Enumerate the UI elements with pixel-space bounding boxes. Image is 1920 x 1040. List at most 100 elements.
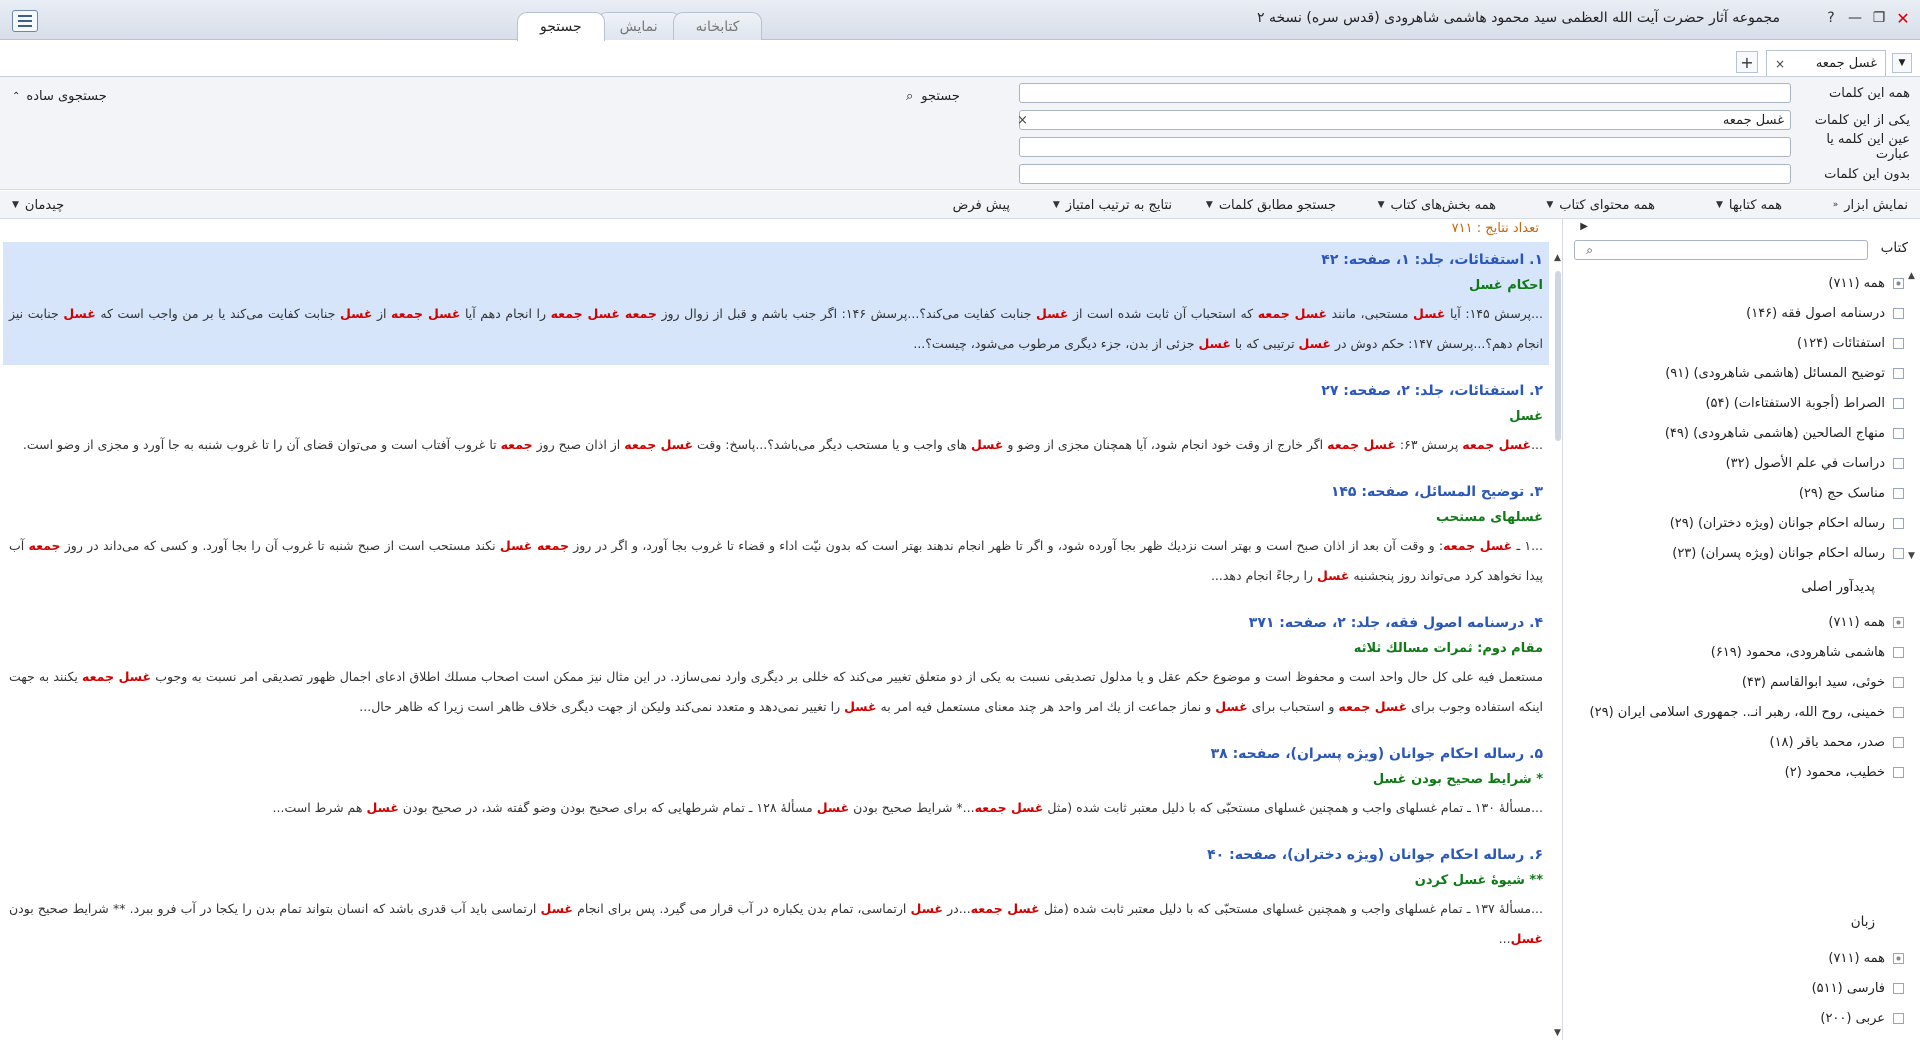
facet-item-label: رساله احکام جوانان (ویژه دختران) (۲۹) [1669,515,1885,531]
result-title[interactable]: ۱. استفتائات، جلد: ۱، صفحه: ۴۲ [9,247,1543,273]
books-filter-input[interactable]: ⌕ [1574,240,1868,260]
result-title[interactable]: ۴. درسنامه اصول فقه، جلد: ۲، صفحه: ۳۷۱ [9,610,1543,636]
facet-item[interactable]: صدر، محمد باقر (۱۸) [1590,727,1904,757]
result-title[interactable]: ۵. رساله احکام جوانان (ویژه پسران)، صفحه… [9,741,1543,767]
all-words-input[interactable] [1019,83,1791,103]
result-item[interactable]: ۵. رساله احکام جوانان (ویژه پسران)، صفحه… [3,736,1549,829]
field-label: عین این کلمه یا عبارت [1826,132,1910,162]
book-sections-dropdown[interactable]: همه بخش‌های کتاب ▼ [1378,195,1496,215]
all-books-dropdown[interactable]: همه کتابها ▼ [1716,195,1782,215]
facet-item[interactable]: توضیح المسائل (هاشمی شاهرودی) (۹۱) [1665,358,1904,388]
dropdown-arrow-icon: ▼ [1205,200,1213,210]
facet-item[interactable]: همه (۷۱۱) [1812,943,1904,973]
checkbox[interactable] [1893,547,1904,559]
facet-item[interactable]: عربی (۲۰۰) [1812,1003,1904,1033]
title-bar: جستجو نمایش کتابخانه مجموعه آثار حضرت آی… [0,0,1920,41]
tab-list-dropdown-icon[interactable]: ▼ [1892,53,1912,73]
restore-icon[interactable]: ❐ [1870,8,1888,28]
facet-item[interactable]: دراسات في علم الأصول (۳۲) [1665,448,1904,478]
scroll-thumb[interactable] [1555,271,1561,441]
result-title[interactable]: ۶. رساله احکام جوانان (ویژه دختران)، صفح… [9,842,1543,868]
scroll-down-icon[interactable]: ▼ [1554,1028,1561,1038]
any-words-input[interactable] [1019,110,1791,130]
doc-tab-close-icon[interactable]: × [1775,57,1785,71]
result-item[interactable]: ۲. استفتائات، جلد: ۲، صفحه: ۲۷ غسل ...غسل … [3,373,1549,466]
checkbox[interactable] [1893,982,1904,994]
scroll-down-icon[interactable]: ▼ [1908,551,1918,561]
checkbox[interactable] [1893,367,1904,379]
result-item[interactable]: ۴. درسنامه اصول فقه، جلد: ۲، صفحه: ۳۷۱ مق… [3,605,1549,728]
facet-item-label: منهاج الصالحين (هاشمی شاهرودی) (۴۹) [1664,425,1885,441]
facet-item[interactable]: همه (۷۱۱) [1590,607,1904,637]
hamburger-menu-button[interactable] [12,10,38,32]
facet-item[interactable]: منهاج الصالحين (هاشمی شاهرودی) (۴۹) [1665,418,1904,448]
exact-phrase-input[interactable] [1019,137,1791,157]
facet-item[interactable]: درسنامه اصول فقه (۱۴۶) [1665,298,1904,328]
scroll-up-icon[interactable]: ▲ [1554,253,1561,263]
simple-search-label: جستجوی ساده [26,88,107,104]
result-item[interactable]: ۱. استفتائات، جلد: ۱، صفحه: ۴۲ احکام غسل.… [3,242,1549,365]
dropdown-arrow-icon: ▼ [1715,200,1723,210]
tab-search[interactable]: جستجو [517,12,605,41]
facet-item[interactable]: الصراط (أجوبة الاستفتاءات) (۵۴) [1665,388,1904,418]
checkbox[interactable] [1893,1012,1904,1024]
scroll-up-icon[interactable]: ▲ [1908,271,1918,281]
result-item[interactable]: ۳. توضیح المسائل، صفحه: ۱۴۵ غسلهای مستحب.… [3,474,1549,597]
facet-item[interactable]: رساله احکام جوانان (ویژه پسران) (۲۳) [1665,538,1904,568]
checkbox[interactable] [1893,337,1904,349]
without-words-input[interactable] [1019,164,1791,184]
simple-search-toggle[interactable]: جستجوی ساده ⌃ [12,85,107,107]
checkbox[interactable] [1893,517,1904,529]
show-tools-button[interactable]: نمایش ابزار « [1833,195,1908,215]
authors-facet-label: پدیدآور اصلی [1801,579,1875,595]
tab-library[interactable]: کتابخانه [672,12,763,40]
checkbox[interactable] [1893,706,1904,718]
facet-item[interactable]: خوئی، سید ابوالقاسم (۴۳) [1590,667,1904,697]
result-title[interactable]: ۳. توضیح المسائل، صفحه: ۱۴۵ [9,479,1543,505]
book-content-dropdown[interactable]: همه محتوای کتاب ▼ [1546,195,1655,215]
checkbox[interactable] [1893,736,1904,748]
doc-tab-label: غسل جمعه [1815,56,1877,71]
facet-item[interactable]: مناسک حج (۲۹) [1665,478,1904,508]
field-all-words: همه این کلمات [1019,82,1910,104]
facet-item[interactable]: هاشمی شاهرودی، محمود (۶۱۹) [1590,637,1904,667]
checkbox[interactable] [1893,397,1904,409]
facet-item[interactable]: فارسی (۵۱۱) [1812,973,1904,1003]
sort-dropdown[interactable]: نتایج به ترتیب امتیاز ▼ [1053,195,1172,215]
facet-item[interactable]: خمینی، روح الله، رهبر انـ.. جمهوری اسلام… [1590,697,1904,727]
checkbox[interactable] [1893,277,1904,289]
close-icon[interactable]: ✕ [1894,8,1912,28]
results-scrollbar[interactable]: ▲ ▼ [1553,219,1561,1040]
tab-view[interactable]: نمایش [596,12,681,40]
search-icon: ⌕ [1586,243,1593,257]
checkbox[interactable] [1893,616,1904,628]
facet-item-label: فارسی (۵۱۱) [1811,980,1885,996]
dropdown-arrow-icon: ▼ [1377,200,1385,210]
checkbox[interactable] [1893,766,1904,778]
layout-dropdown[interactable]: چیدمان ▼ [12,195,64,215]
word-match-label: جستجو مطابق کلمات [1218,197,1336,213]
search-button[interactable]: جستجو ⌕ [906,85,960,107]
checkbox[interactable] [1893,952,1904,964]
checkbox[interactable] [1893,487,1904,499]
result-title[interactable]: ۲. استفتائات، جلد: ۲، صفحه: ۲۷ [9,378,1543,404]
checkbox[interactable] [1893,427,1904,439]
doc-tab-query[interactable]: غسل جمعه × [1766,50,1886,76]
add-tab-button[interactable]: + [1736,51,1758,73]
facet-item[interactable]: رساله احکام جوانان (ویژه دختران) (۲۹) [1665,508,1904,538]
sort-label: نتایج به ترتیب امتیاز [1065,197,1172,213]
default-button[interactable]: پیش فرض [953,195,1010,215]
clear-input-icon[interactable]: × [1017,113,1028,128]
result-item[interactable]: ۶. رساله احکام جوانان (ویژه دختران)، صفح… [3,837,1549,960]
facet-item[interactable]: خطیب، محمود (۲) [1590,757,1904,787]
facet-item[interactable]: استفتائات (۱۲۴) [1665,328,1904,358]
help-icon[interactable]: ? [1822,8,1840,28]
checkbox[interactable] [1893,676,1904,688]
checkbox[interactable] [1893,646,1904,658]
word-match-dropdown[interactable]: جستجو مطابق کلمات ▼ [1206,195,1336,215]
checkbox[interactable] [1893,307,1904,319]
minimize-icon[interactable]: — [1846,8,1864,28]
checkbox[interactable] [1893,457,1904,469]
collapse-sidebar-icon[interactable]: ▶ [1580,221,1588,232]
facet-item[interactable]: همه (۷۱۱) [1665,268,1904,298]
